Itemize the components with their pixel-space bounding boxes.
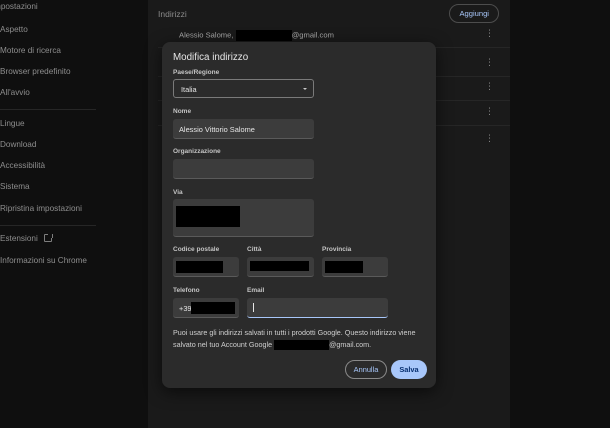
sidebar-divider <box>0 109 96 110</box>
email-field[interactable] <box>247 298 388 318</box>
more-vert-icon[interactable]: ⋮ <box>485 29 494 38</box>
sync-notice-line2: salvato nel tuo Account Google <box>173 339 273 349</box>
phone-label: Telefono <box>173 287 200 294</box>
dialog-title: Modifica indirizzo <box>173 52 249 63</box>
sidebar-item-default-browser[interactable]: Browser predefinito <box>0 67 100 76</box>
sidebar-item-system[interactable]: Sistema <box>0 182 100 191</box>
sidebar-item-appearance[interactable]: Aspetto <box>0 25 100 34</box>
address-name: Alessio Salome, <box>179 30 234 40</box>
sync-notice-email: @gmail.com. <box>329 339 372 349</box>
phone-field[interactable]: +39 <box>173 298 239 318</box>
organization-field[interactable] <box>173 159 314 179</box>
name-label: Nome <box>173 108 192 115</box>
more-vert-icon[interactable]: ⋮ <box>485 107 494 116</box>
province-field[interactable] <box>322 257 388 277</box>
more-vert-icon[interactable]: ⋮ <box>485 82 494 91</box>
addresses-title: Indirizzi <box>158 9 187 19</box>
redacted-block <box>235 30 292 41</box>
country-label: Paese/Regione <box>173 69 220 76</box>
redacted-block <box>274 339 330 350</box>
address-summary: Alessio Salome, @gmail.com <box>179 30 334 41</box>
email-label: Email <box>247 287 265 294</box>
sidebar-divider <box>0 225 96 226</box>
postal-code-label: Codice postale <box>173 246 220 253</box>
more-vert-icon[interactable]: ⋮ <box>485 58 494 67</box>
name-value: Alessio Vittorio Salome <box>179 125 255 134</box>
sidebar-item-about-chrome[interactable]: Informazioni su Chrome <box>0 256 100 265</box>
sidebar-item-extensions-label: Estensioni <box>0 234 38 243</box>
sidebar-item-downloads[interactable]: Download <box>0 140 100 149</box>
save-button[interactable]: Salva <box>391 360 427 379</box>
country-value: Italia <box>181 85 197 94</box>
street-label: Via <box>173 189 183 196</box>
sidebar-item-on-startup[interactable]: All'avvio <box>0 88 100 97</box>
edit-address-dialog: Modifica indirizzo Paese/Regione Italia … <box>162 42 436 388</box>
name-field[interactable]: Alessio Vittorio Salome <box>173 119 314 139</box>
country-select[interactable]: Italia <box>173 79 314 98</box>
redacted-block <box>176 261 223 273</box>
settings-sidebar: mpostazioni Aspetto Motore di ricerca Br… <box>0 0 100 428</box>
sidebar-item-search-engine[interactable]: Motore di ricerca <box>0 46 100 55</box>
sidebar-item-extensions[interactable]: Estensioni <box>0 234 100 243</box>
address-email: @gmail.com <box>291 30 334 40</box>
redacted-block <box>191 302 235 314</box>
redacted-block <box>250 261 309 271</box>
province-label: Provincia <box>322 246 352 253</box>
cancel-button[interactable]: Annulla <box>345 360 387 379</box>
sidebar-item-accessibility[interactable]: Accessibilità <box>0 161 100 170</box>
city-label: Città <box>247 246 262 253</box>
more-vert-icon[interactable]: ⋮ <box>485 134 494 143</box>
dropdown-arrow-icon <box>303 88 307 90</box>
redacted-block <box>325 261 363 273</box>
redacted-block <box>176 206 240 227</box>
open-in-new-icon <box>43 234 53 242</box>
sidebar-item-settings[interactable]: mpostazioni <box>0 2 94 11</box>
sidebar-item-reset-settings[interactable]: Ripristina impostazioni <box>0 204 100 213</box>
organization-label: Organizzazione <box>173 148 221 155</box>
city-field[interactable] <box>247 257 314 277</box>
street-field[interactable] <box>173 199 314 237</box>
text-cursor <box>253 303 254 312</box>
add-address-button[interactable]: Aggiungi <box>449 4 499 23</box>
sidebar-item-languages[interactable]: Lingue <box>0 119 100 128</box>
sync-notice-line1: Puoi usare gli indirizzi salvati in tutt… <box>173 328 416 337</box>
postal-code-field[interactable] <box>173 257 239 277</box>
sync-notice: Puoi usare gli indirizzi salvati in tutt… <box>173 327 429 350</box>
phone-prefix: +39 <box>179 304 192 313</box>
